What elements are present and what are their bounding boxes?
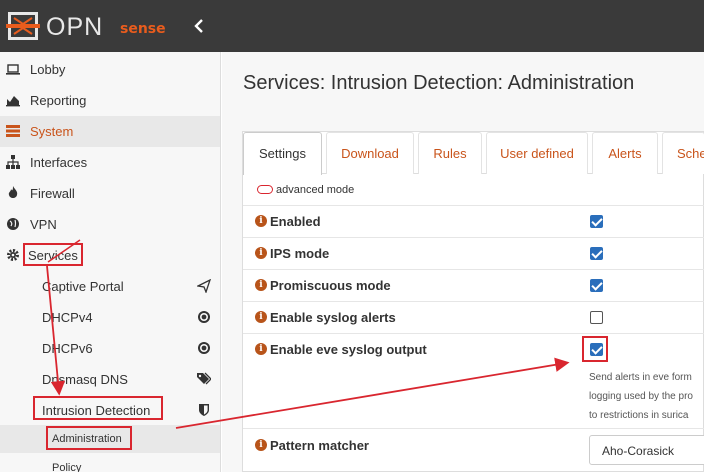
sitemap-icon xyxy=(6,155,20,169)
fire-icon xyxy=(8,186,18,198)
sidebar-item-label: Intrusion Detection xyxy=(42,403,151,418)
server-icon xyxy=(6,125,20,137)
setting-row-syslog-alerts: i Enable syslog alerts xyxy=(243,301,704,333)
sidebar-item-label: Interfaces xyxy=(30,155,88,170)
laptop-icon xyxy=(6,64,20,75)
eve-syslog-checkbox[interactable] xyxy=(590,343,603,356)
bullseye-icon xyxy=(198,342,210,354)
brand-sense: sense xyxy=(120,21,166,37)
chevron-left-icon[interactable] xyxy=(190,16,210,36)
sidebar-item-label: Services xyxy=(28,248,78,263)
tab-bar: Settings Download Rules User defined Ale… xyxy=(243,132,704,175)
tab-rules[interactable]: Rules xyxy=(418,132,482,174)
sidebar-item-interfaces[interactable]: Interfaces xyxy=(0,147,220,178)
advanced-mode-toggle[interactable]: advanced mode xyxy=(257,184,354,196)
info-icon[interactable]: i xyxy=(255,279,267,291)
sidebar-item-label: Captive Portal xyxy=(42,279,124,294)
sidebar-item-firewall[interactable]: Firewall xyxy=(0,178,220,209)
sidebar-item-label: Administration xyxy=(52,433,122,445)
setting-label: Pattern matcher xyxy=(270,438,369,453)
info-icon[interactable]: i xyxy=(255,439,267,451)
tags-icon xyxy=(197,372,211,385)
sidebar-item-label: VPN xyxy=(30,217,57,232)
sidebar-item-policy[interactable]: Policy xyxy=(0,454,220,472)
sidebar-item-label: Policy xyxy=(52,462,82,472)
eve-help-line: Send alerts in eve form xyxy=(589,372,692,383)
opnsense-logo[interactable]: OPN sense xyxy=(6,9,181,43)
sidebar-item-dnsmasq-dns[interactable]: Dnsmasq DNS xyxy=(0,363,220,394)
toggle-icon xyxy=(257,184,273,194)
setting-label: Enable syslog alerts xyxy=(270,310,396,325)
setting-label: Enabled xyxy=(270,214,321,229)
syslog-alerts-checkbox[interactable] xyxy=(590,311,603,324)
sidebar-item-dhcpv6[interactable]: DHCPv6 xyxy=(0,332,220,363)
advanced-mode-label: advanced mode xyxy=(276,184,355,196)
sidebar-item-label: Dnsmasq DNS xyxy=(42,372,128,387)
bullseye-icon xyxy=(198,311,210,323)
brand-word: OPN xyxy=(46,13,104,41)
sidebar-item-label: Firewall xyxy=(30,186,75,201)
sidebar-item-label: DHCPv6 xyxy=(42,341,93,356)
info-icon[interactable]: i xyxy=(255,215,267,227)
tab-settings[interactable]: Settings xyxy=(243,132,322,175)
promiscuous-mode-checkbox[interactable] xyxy=(590,279,603,292)
setting-row-promiscuous-mode: i Promiscuous mode xyxy=(243,269,704,301)
top-bar: OPN sense xyxy=(0,0,704,52)
sidebar: Lobby Reporting System Interfaces Firewa… xyxy=(0,52,221,472)
tab-user-defined[interactable]: User defined xyxy=(486,132,588,174)
sidebar-item-captive-portal[interactable]: Captive Portal xyxy=(0,270,220,301)
sidebar-item-services[interactable]: Services xyxy=(0,240,220,271)
sidebar-item-label: Reporting xyxy=(30,93,87,108)
tab-alerts[interactable]: Alerts xyxy=(592,132,658,174)
info-icon[interactable]: i xyxy=(255,311,267,323)
setting-label: Promiscuous mode xyxy=(270,278,391,293)
area-chart-icon xyxy=(6,96,20,107)
ips-mode-checkbox[interactable] xyxy=(590,247,603,260)
enabled-checkbox[interactable] xyxy=(590,215,603,228)
setting-row-eve-syslog-output: i Enable eve syslog output Send alerts i… xyxy=(243,333,704,428)
sidebar-item-system[interactable]: System xyxy=(0,116,220,147)
sidebar-item-intrusion-detection[interactable]: Intrusion Detection xyxy=(0,394,220,425)
sidebar-item-lobby[interactable]: Lobby xyxy=(0,54,220,85)
paper-plane-icon xyxy=(197,279,211,293)
sidebar-item-administration[interactable]: Administration xyxy=(0,425,220,453)
page-title: Services: Intrusion Detection: Administr… xyxy=(243,72,635,94)
opnsense-logo-icon xyxy=(6,12,40,40)
setting-label: Enable eve syslog output xyxy=(270,342,427,357)
sidebar-item-label: DHCPv4 xyxy=(42,310,93,325)
pattern-matcher-select[interactable]: Aho-Corasick xyxy=(589,435,704,465)
sidebar-item-label: System xyxy=(30,124,74,139)
info-icon[interactable]: i xyxy=(255,247,267,259)
setting-label: IPS mode xyxy=(270,246,330,261)
main-content: Services: Intrusion Detection: Administr… xyxy=(222,52,704,472)
eve-help-line: to restrictions in surica xyxy=(589,410,689,421)
cog-icon xyxy=(7,249,19,261)
sidebar-item-dhcpv4[interactable]: DHCPv4 xyxy=(0,301,220,332)
eve-help-line: logging used by the pro xyxy=(589,391,693,402)
tab-schedule[interactable]: Sche xyxy=(662,132,704,174)
setting-row-enabled: i Enabled xyxy=(243,205,704,237)
globe-icon xyxy=(7,218,19,230)
sidebar-item-label: Lobby xyxy=(30,62,66,77)
setting-row-ips-mode: i IPS mode xyxy=(243,237,704,269)
sidebar-item-vpn[interactable]: VPN xyxy=(0,209,220,240)
sidebar-item-reporting[interactable]: Reporting xyxy=(0,85,220,116)
settings-panel: Settings Download Rules User defined Ale… xyxy=(242,131,704,472)
shield-icon xyxy=(199,404,209,416)
tab-download[interactable]: Download xyxy=(326,132,414,174)
info-icon[interactable]: i xyxy=(255,343,267,355)
